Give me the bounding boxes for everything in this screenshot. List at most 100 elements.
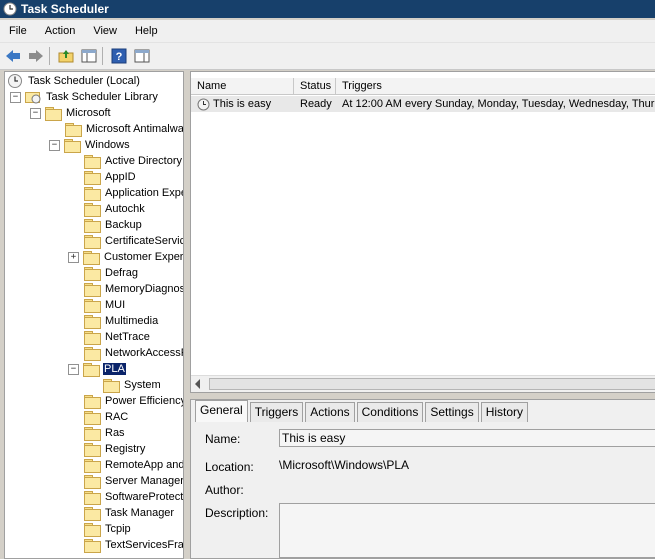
tree-node-folder[interactable]: SoftwareProtection (84, 489, 183, 505)
folder-icon (103, 378, 120, 393)
horizontal-scrollbar[interactable] (191, 375, 655, 392)
menu-file[interactable]: File (0, 21, 36, 41)
tree-node-library[interactable]: − Task Scheduler Library (10, 89, 159, 105)
folder-icon (84, 442, 101, 457)
toolbar-separator (102, 47, 103, 65)
clock-icon (8, 74, 22, 88)
detail-tabs: General Triggers Actions Conditions Sett… (195, 400, 530, 422)
tree-label: AppID (105, 171, 136, 183)
description-field[interactable] (279, 503, 655, 558)
tab-general[interactable]: General (195, 400, 248, 422)
content-pane: Name Status Triggers This is easy Ready … (190, 71, 655, 559)
help-icon[interactable]: ? (109, 46, 129, 66)
folder-icon (84, 346, 101, 361)
up-folder-icon[interactable] (56, 46, 76, 66)
tree-node-folder[interactable]: + Customer Experience (68, 249, 184, 265)
window-title: Task Scheduler (21, 2, 109, 16)
scroll-left-icon[interactable] (195, 379, 200, 389)
tree-label: MemoryDiagnostic (105, 283, 183, 295)
tree-node-folder[interactable]: Multimedia (84, 313, 159, 329)
task-clock-icon (197, 98, 210, 110)
folder-icon (84, 330, 101, 345)
tree-node-folder[interactable]: CertificateServicesClient (84, 233, 183, 249)
show-hide-action-pane-icon[interactable] (132, 46, 152, 66)
tree-node-folder[interactable]: RemoteApp and (84, 457, 184, 473)
folder-icon (84, 474, 101, 489)
tree-label: Task Manager (105, 507, 175, 519)
task-triggers: At 12:00 AM every Sunday, Monday, Tuesda… (342, 98, 655, 110)
folder-icon (84, 170, 101, 185)
folder-icon (45, 106, 62, 121)
forward-arrow-icon[interactable] (26, 46, 46, 66)
tree-node-folder[interactable]: Ras (84, 425, 126, 441)
tab-history[interactable]: History (480, 402, 529, 422)
tree-node-folder[interactable]: Registry (84, 441, 146, 457)
show-hide-tree-icon[interactable] (79, 46, 99, 66)
task-status: Ready (300, 98, 332, 110)
tree-node-folder[interactable]: Autochk (84, 201, 146, 217)
tree-node-folder[interactable]: Application Experience (84, 185, 183, 201)
tab-triggers[interactable]: Triggers (249, 402, 304, 422)
folder-icon (84, 266, 101, 281)
tree-label: Ras (105, 427, 125, 439)
task-list: Name Status Triggers This is easy Ready … (190, 71, 655, 393)
tree-label: Registry (105, 443, 146, 455)
tree-label: Application Experience (105, 187, 183, 199)
tree-node-folder[interactable]: Task Manager (84, 505, 175, 521)
folder-icon (83, 362, 100, 377)
toolbar: ? (0, 43, 655, 70)
tree-node-folder[interactable]: NetTrace (84, 329, 151, 345)
tree-label: RemoteApp and (105, 459, 184, 471)
tree-node-folder[interactable]: NetworkAccessProtection (84, 345, 183, 361)
collapse-icon[interactable]: − (68, 363, 79, 375)
navigation-tree: Task Scheduler (Local) − Task Scheduler … (4, 71, 184, 559)
collapse-icon[interactable]: − (49, 139, 60, 151)
tree-node-windows[interactable]: − Windows (49, 137, 131, 153)
tree-node-folder[interactable]: AppID (84, 169, 137, 185)
tree-label: System (124, 379, 161, 391)
tab-conditions[interactable]: Conditions (356, 402, 424, 422)
tab-actions[interactable]: Actions (305, 402, 355, 422)
tree-node-folder[interactable]: RAC (84, 409, 129, 425)
tree-label: Customer Experience (104, 251, 184, 263)
clock-icon (3, 2, 17, 16)
menu-view[interactable]: View (84, 21, 126, 41)
tree-node-folder[interactable]: Power Efficiency (84, 393, 184, 409)
tree-node-pla[interactable]: − PLA (68, 361, 126, 377)
folder-icon (64, 138, 81, 153)
tree-node-antimalware[interactable]: Microsoft Antimalware (65, 121, 184, 137)
tree-node-folder[interactable]: TextServicesFramework (84, 537, 183, 553)
scrollbar-thumb[interactable] (209, 378, 655, 390)
tree-node-folder[interactable]: Backup (84, 217, 143, 233)
tree-node-folder[interactable]: MemoryDiagnostic (84, 281, 183, 297)
table-row[interactable]: This is easy Ready At 12:00 AM every Sun… (191, 96, 655, 112)
collapse-icon[interactable]: − (10, 91, 21, 103)
menu-action[interactable]: Action (36, 21, 85, 41)
expand-icon[interactable]: + (68, 251, 79, 263)
tree-label: Power Efficiency (105, 395, 184, 407)
tree-node-root[interactable]: Task Scheduler (Local) (7, 73, 141, 89)
location-value: \Microsoft\Windows\PLA (279, 458, 410, 472)
folder-icon (84, 506, 101, 521)
tree-node-folder[interactable]: Defrag (84, 265, 139, 281)
description-label: Description: (205, 506, 269, 520)
tree-node-system[interactable]: System (103, 377, 162, 393)
collapse-icon[interactable]: − (30, 107, 41, 119)
column-header-status[interactable]: Status (294, 78, 336, 94)
back-arrow-icon[interactable] (3, 46, 23, 66)
tab-settings[interactable]: Settings (425, 402, 479, 422)
tree-label: RAC (105, 411, 129, 423)
tree-node-folder[interactable]: Active Directory (84, 153, 183, 169)
column-header-triggers[interactable]: Triggers (336, 78, 655, 94)
name-field[interactable]: This is easy (279, 429, 655, 447)
menu-help[interactable]: Help (126, 21, 167, 41)
tree-node-folder[interactable]: Server Manager (84, 473, 183, 489)
tree-label: Task Scheduler (Local) (28, 75, 140, 87)
tree-label: Windows (85, 139, 130, 151)
tree-node-microsoft[interactable]: − Microsoft (30, 105, 112, 121)
column-header-name[interactable]: Name (191, 78, 294, 94)
tree-node-folder[interactable]: MUI (84, 297, 126, 313)
tree-node-folder[interactable]: Tcpip (84, 521, 132, 537)
clock-folder-icon (25, 92, 41, 104)
tree-label: Microsoft Antimalware (86, 123, 184, 135)
